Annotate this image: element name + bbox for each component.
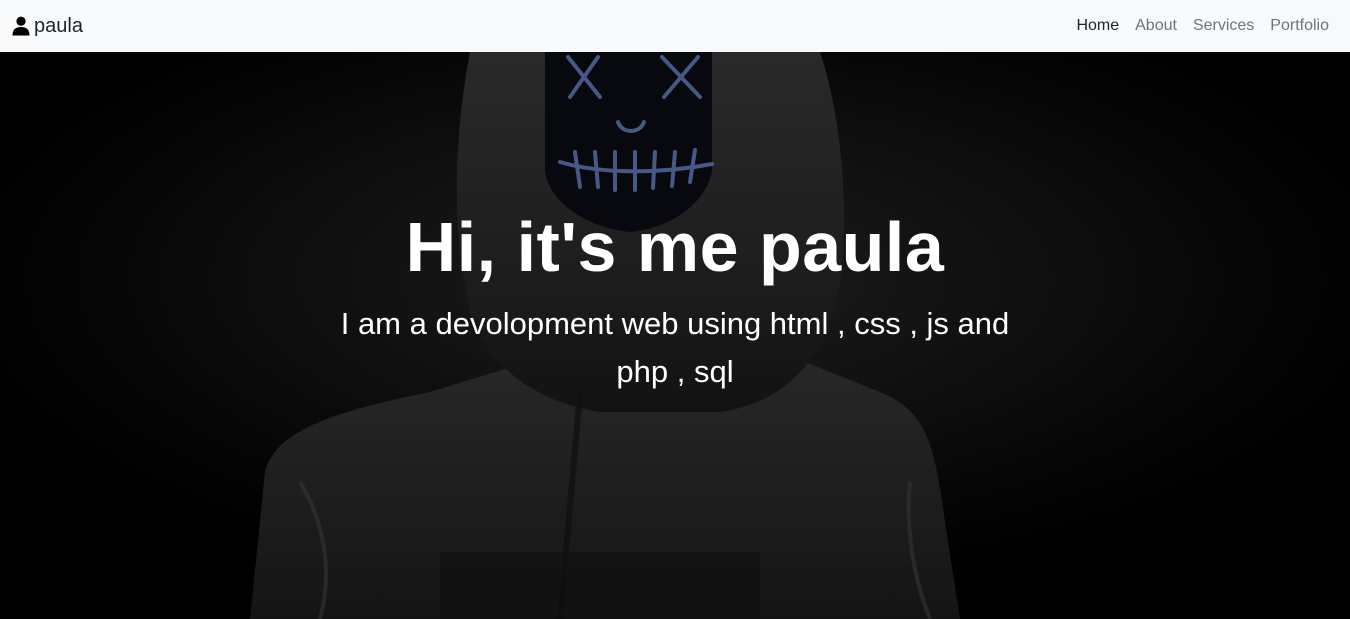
nav-link-services[interactable]: Services xyxy=(1193,17,1254,35)
nav-link-home[interactable]: Home xyxy=(1076,17,1119,35)
hero-subtitle: I am a devolopment web using html , css … xyxy=(340,306,1010,389)
brand-label: paula xyxy=(34,14,83,37)
navbar: paula Home About Services Portfolio xyxy=(0,0,1350,52)
nav-links: Home About Services Portfolio xyxy=(1076,17,1329,35)
nav-link-about[interactable]: About xyxy=(1135,17,1177,35)
hero-title: Hi, it's me paula xyxy=(405,208,945,286)
nav-link-portfolio[interactable]: Portfolio xyxy=(1270,17,1329,35)
hero-section: Hi, it's me paula I am a devolopment web… xyxy=(0,52,1350,619)
user-icon xyxy=(12,16,30,36)
brand-link[interactable]: paula xyxy=(12,15,83,38)
